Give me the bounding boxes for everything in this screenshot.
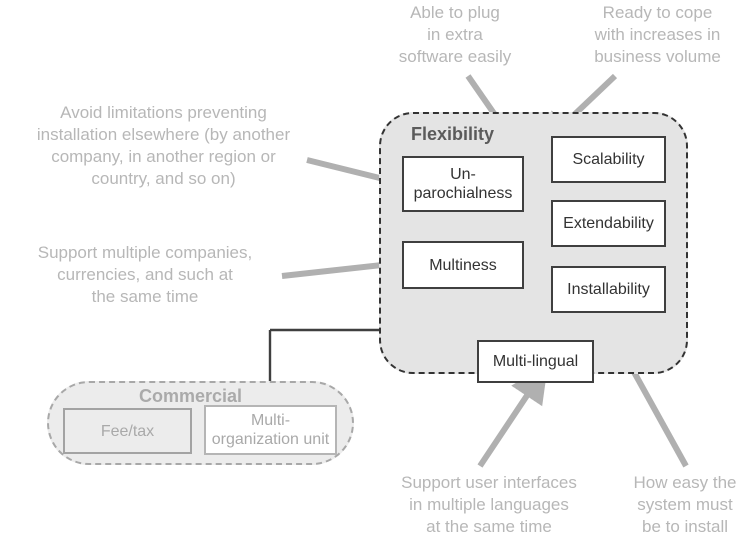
node-extendability[interactable]: Extendability	[551, 200, 666, 247]
annotation-avoid-limitations: Avoid limitations preventing installatio…	[36, 103, 291, 188]
annotation-support-multiple-companies: Support multiple companies, currencies, …	[37, 243, 253, 306]
node-unparochialness[interactable]: Un- parochialness	[402, 156, 524, 212]
node-multi-organization-unit[interactable]: Multi- organization unit	[204, 405, 337, 455]
annotation-support-user-interfaces: Support user interfaces in multiple lang…	[401, 473, 577, 536]
callout-line-support-user-interfaces	[477, 364, 548, 468]
annotation-how-easy-install: How easy the system must be to install	[633, 473, 737, 536]
node-installability[interactable]: Installability	[551, 266, 666, 313]
group-commercial-title: Commercial	[139, 386, 243, 406]
node-multi-lingual[interactable]: Multi-lingual	[477, 340, 594, 383]
annotation-able-to-plug: Able to plug in extra software easily	[398, 3, 512, 66]
group-flexibility-title: Flexibility	[411, 124, 495, 144]
node-multiness[interactable]: Multiness	[402, 241, 524, 289]
annotation-ready-to-cope: Ready to cope with increases in business…	[594, 3, 721, 66]
diagram-canvas: Un-parochialness (solid arrow) --> Flexi…	[0, 0, 749, 546]
node-scalability[interactable]: Scalability	[551, 136, 666, 183]
node-fee-tax[interactable]: Fee/tax	[63, 408, 192, 454]
